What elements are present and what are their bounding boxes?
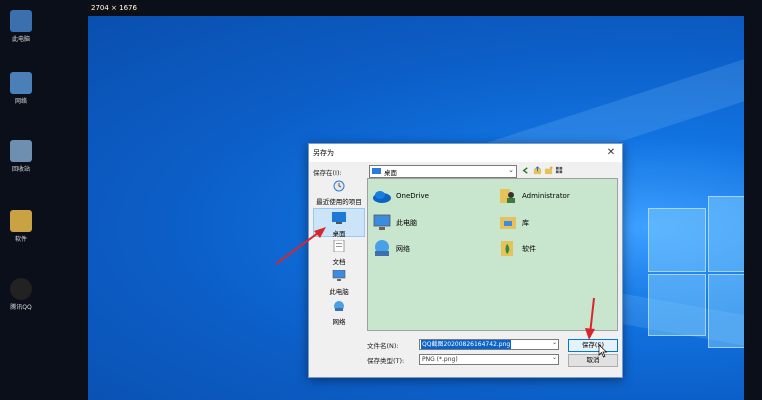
image-dimensions-label: 2704 × 1676: [88, 4, 140, 12]
desktop-icon-network[interactable]: 网络: [4, 72, 38, 105]
save-as-dialog: 另存为 ✕ 保存在(I): 桌面 ⌄ 最近使用的项目 桌面 文档 此电脑 网络 …: [308, 143, 623, 378]
chevron-down-icon: ⌄: [551, 354, 557, 361]
logo-pane: [648, 208, 706, 272]
save-button[interactable]: 保存(S): [568, 339, 618, 352]
filetype-select[interactable]: PNG (*.png) ⌄: [419, 354, 559, 365]
list-item-label: OneDrive: [396, 192, 429, 200]
places-bar: 最近使用的项目 桌面 文档 此电脑 网络: [313, 178, 365, 331]
place-recent[interactable]: 最近使用的项目: [313, 180, 365, 206]
chevron-down-icon[interactable]: ⌄: [552, 339, 557, 346]
save-in-value: 桌面: [384, 169, 397, 177]
dialog-title: 另存为: [313, 149, 334, 157]
place-desktop[interactable]: 桌面: [313, 208, 365, 238]
chevron-down-icon: ⌄: [508, 166, 514, 174]
new-folder-icon[interactable]: [544, 166, 553, 175]
view-menu-icon[interactable]: [555, 166, 564, 175]
windows-logo: [648, 196, 744, 348]
dialog-titlebar[interactable]: 另存为 ✕: [309, 144, 622, 162]
save-in-label: 保存在(I):: [313, 169, 342, 177]
desktop-icon-this-pc[interactable]: 此电脑: [4, 10, 38, 43]
network-icon: [10, 72, 32, 94]
desktop-icon-recycle-bin[interactable]: 回收站: [4, 140, 38, 173]
desktop-icon-software[interactable]: 软件: [4, 210, 38, 243]
save-in-row: 保存在(I): 桌面 ⌄: [313, 164, 618, 178]
recycle-bin-icon: [10, 140, 32, 162]
place-label: 文档: [332, 258, 346, 266]
filename-value: QQ截图20200826164742.png: [421, 340, 512, 349]
place-label: 此电脑: [329, 288, 349, 296]
desktop-icon-label: 网络: [14, 98, 27, 105]
logo-pane: [708, 274, 744, 348]
desktop-icon-label: 回收站: [11, 166, 30, 173]
cancel-button[interactable]: 取消: [568, 354, 618, 367]
computer-icon: [332, 269, 346, 281]
filename-label: 文件名(N):: [367, 342, 399, 350]
network-icon: [375, 240, 389, 256]
list-item-label: 网络: [396, 245, 410, 253]
software-folder-icon: [501, 241, 513, 256]
documents-icon: [333, 239, 345, 253]
list-item-label: 此电脑: [396, 219, 417, 227]
desktop-folder-icon: [372, 168, 381, 174]
logo-pane: [708, 196, 744, 272]
library-icon: [500, 217, 516, 229]
list-item-label: Administrator: [522, 192, 570, 200]
filename-input[interactable]: QQ截图20200826164742.png ⌄: [419, 339, 559, 350]
computer-icon: [10, 10, 32, 32]
list-item-this-pc[interactable]: 此电脑: [372, 213, 482, 233]
desktop-icon-label: 腾讯QQ: [10, 304, 32, 311]
place-network[interactable]: 网络: [313, 300, 365, 328]
close-button[interactable]: ✕: [604, 146, 618, 160]
user-folder-icon: [500, 189, 515, 203]
recent-icon: [333, 180, 345, 192]
list-item-label: 软件: [522, 245, 536, 253]
file-list[interactable]: OneDrive Administrator 此电脑 库 网络 软件: [367, 178, 618, 331]
save-in-dropdown[interactable]: 桌面 ⌄: [369, 165, 517, 178]
qq-penguin-icon: [10, 278, 32, 300]
filetype-value: PNG (*.png): [422, 356, 458, 363]
place-label: 最近使用的项目: [316, 198, 362, 206]
network-icon: [334, 301, 344, 311]
list-item-software[interactable]: 软件: [498, 239, 613, 259]
folder-icon: [10, 210, 32, 232]
back-icon[interactable]: [521, 166, 530, 175]
place-this-pc[interactable]: 此电脑: [313, 269, 365, 298]
onedrive-icon: [373, 191, 391, 203]
desktop-icon: [332, 212, 346, 224]
list-item-network[interactable]: 网络: [372, 239, 482, 259]
list-item-onedrive[interactable]: OneDrive: [372, 187, 482, 207]
list-item-administrator[interactable]: Administrator: [498, 187, 613, 207]
desktop-icon-label: 此电脑: [11, 36, 30, 43]
list-item-label: 库: [522, 219, 529, 227]
logo-pane: [648, 274, 706, 336]
desktop-icon-qq[interactable]: 腾讯QQ: [4, 278, 38, 311]
dialog-footer: 文件名(N): QQ截图20200826164742.png ⌄ 保存类型(T)…: [309, 334, 622, 377]
computer-icon: [373, 214, 391, 230]
list-item-library[interactable]: 库: [498, 213, 613, 233]
up-folder-icon[interactable]: [533, 166, 542, 175]
place-label: 网络: [332, 318, 346, 326]
place-label: 桌面: [332, 230, 346, 238]
desktop-icon-label: 软件: [14, 236, 27, 243]
place-documents[interactable]: 文档: [313, 239, 365, 268]
filetype-label: 保存类型(T):: [367, 357, 405, 365]
desktop-icon-column: 此电脑 网络 回收站 软件 腾讯QQ: [0, 0, 42, 400]
